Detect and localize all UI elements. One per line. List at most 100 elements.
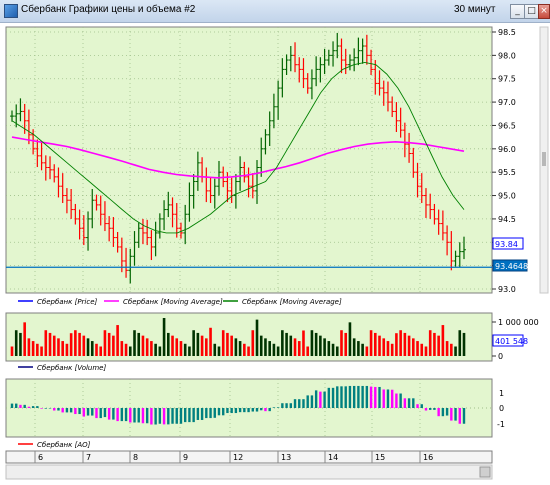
ao-bar (133, 408, 136, 423)
volume-bar (158, 346, 162, 356)
volume-bar (416, 341, 419, 356)
volume-bar (264, 338, 267, 356)
time-axis-label: 9 (183, 453, 188, 462)
volume-bar (40, 346, 43, 356)
horizontal-scrollbar[interactable] (5, 464, 493, 480)
ao-bar (374, 386, 377, 408)
vertical-scroll-handle[interactable] (542, 152, 546, 166)
volume-bar (251, 330, 255, 356)
price-legend: Сбербанк [Price] Сбербанк [Moving Averag… (18, 298, 342, 306)
volume-bar (412, 338, 415, 356)
volume-bar (293, 338, 297, 356)
ao-bar (293, 399, 297, 408)
ao-bar (188, 408, 191, 423)
volume-bar (238, 341, 242, 356)
timeframe-label[interactable]: 30 минут (454, 4, 495, 15)
time-axis[interactable] (5, 450, 493, 464)
volume-bar (395, 333, 398, 356)
ao-bar (344, 386, 347, 408)
volume-bar (52, 335, 56, 356)
maximize-button[interactable]: □ (524, 4, 539, 19)
volume-bar (352, 338, 356, 356)
ao-tick-label-plus-one: 1 (499, 389, 504, 398)
ao-bar (78, 408, 81, 415)
ao-bar (74, 408, 77, 415)
volume-bar (357, 341, 360, 356)
ao-bar (48, 408, 52, 409)
window-title: Сбербанк Графики цены и объема #2 (21, 4, 196, 15)
scrollbar-thumb[interactable] (479, 466, 491, 478)
ao-bar (175, 408, 178, 424)
volume-bar (74, 330, 77, 356)
price-y-tick-label: 98.0 (498, 51, 516, 60)
ao-bar (361, 385, 364, 408)
volume-bar (348, 322, 352, 356)
ao-bar (154, 408, 157, 425)
volume-bar (124, 343, 128, 356)
ao-bar (61, 408, 64, 413)
volume-bar (162, 318, 166, 356)
ao-bar (424, 408, 428, 411)
ao-bar (103, 408, 107, 418)
time-axis-label: 6 (38, 453, 43, 462)
volume-bar (437, 335, 440, 356)
legend-ma-slow-label: Сбербанк [Moving Average] (123, 298, 223, 306)
volume-bar (420, 343, 424, 356)
ao-bar (306, 395, 309, 408)
ao-bar (298, 399, 301, 408)
ao-bar (272, 407, 276, 408)
ao-bar (27, 406, 31, 408)
level-price-label: 93.4648 (495, 262, 528, 271)
ao-bar (331, 387, 335, 408)
ao-bar (369, 386, 373, 408)
volume-bar (310, 330, 314, 356)
time-axis-label: 16 (423, 453, 433, 462)
ao-bar (319, 391, 322, 408)
price-y-tick-label: 94.5 (498, 215, 516, 224)
time-axis-label: 13 (281, 453, 291, 462)
ao-bar (57, 408, 60, 411)
ao-bar (437, 408, 440, 417)
ao-bar (44, 408, 47, 409)
volume-bar (154, 343, 157, 356)
close-button[interactable]: × (538, 4, 550, 19)
ao-bar (314, 390, 318, 408)
volume-bar (175, 338, 179, 356)
volume-bar (378, 335, 381, 356)
volume-bar (23, 322, 26, 356)
volume-bar (428, 330, 432, 356)
volume-bar (268, 341, 271, 356)
ao-bar (390, 389, 394, 408)
minimize-button[interactable]: _ (510, 4, 525, 19)
price-y-axis: 98.598.097.597.096.596.095.595.094.594.0… (492, 28, 516, 294)
ao-bar (403, 398, 407, 408)
volume-bar (27, 338, 31, 356)
ao-bar (462, 408, 466, 424)
volume-bar (213, 343, 217, 356)
volume-bar (133, 330, 136, 356)
ao-bar (352, 385, 356, 408)
ao-bar (217, 408, 221, 416)
ao-bar (429, 408, 432, 410)
volume-bar (196, 332, 200, 356)
ao-bar (441, 408, 445, 417)
volume-bar (462, 332, 466, 356)
time-axis-label: 7 (86, 453, 91, 462)
ao-bar (420, 404, 423, 408)
time-axis-label: 15 (375, 453, 385, 462)
ao-bar (23, 404, 26, 408)
price-y-tick-label: 95.5 (498, 168, 516, 177)
volume-bar (69, 333, 73, 356)
volume-bar (14, 330, 18, 356)
ao-bar (416, 404, 419, 408)
volume-bar (403, 332, 407, 356)
ao-bar (200, 408, 204, 420)
title-bar[interactable]: Сбербанк Графики цены и объема #2 30 мин… (0, 0, 550, 23)
volume-bar (319, 335, 322, 356)
price-y-tick-label: 97.0 (498, 98, 516, 107)
ao-bar (53, 408, 56, 411)
ao-bar (357, 385, 360, 408)
price-panel[interactable] (5, 26, 493, 294)
volume-bar (285, 332, 288, 356)
volume-bar (458, 330, 462, 356)
